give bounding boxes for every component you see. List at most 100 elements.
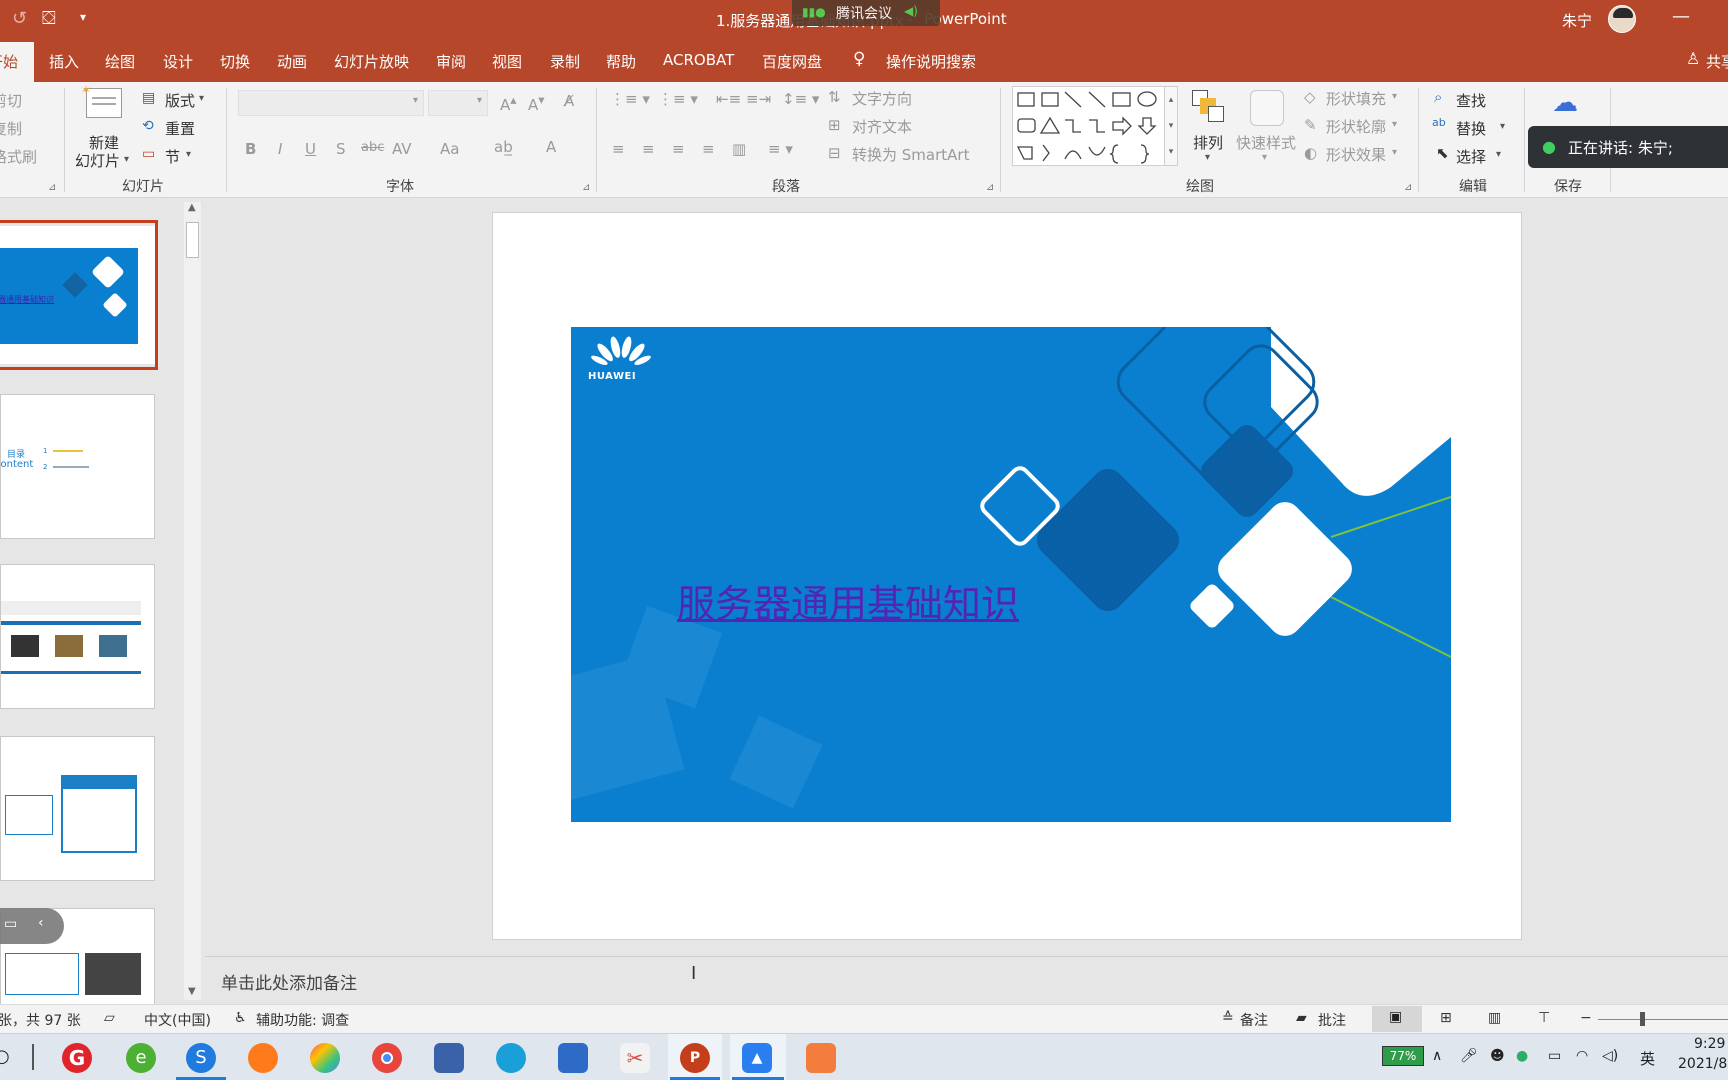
notes-button[interactable]: 备注 (1240, 1010, 1268, 1030)
slide-title[interactable]: 服务器通用基础知识 (677, 573, 1019, 628)
font-size-input[interactable]: ▾ (428, 90, 488, 116)
present-icon[interactable]: ⛋ (42, 8, 56, 29)
chevron-down-icon[interactable]: ▾ (1205, 152, 1210, 163)
ime-indicator[interactable]: 英 (1640, 1048, 1655, 1069)
clear-format-icon[interactable]: A̸ (564, 92, 574, 110)
chevron-down-icon[interactable]: ▾ (1262, 152, 1267, 163)
shrink-font-icon[interactable]: A▾ (528, 92, 545, 114)
language-button[interactable]: 中文(中国) (144, 1010, 211, 1030)
reset-button[interactable]: 重置 (165, 118, 195, 139)
cut-button[interactable]: 剪切 (0, 90, 22, 111)
bold-button[interactable]: B (245, 140, 256, 158)
slide-title-background[interactable]: HUAWEI 服务器通用基础知识 (571, 327, 1451, 822)
find-button[interactable]: 查找 (1456, 90, 1486, 111)
notes-placeholder[interactable]: 单击此处添加备注 (221, 969, 357, 994)
presentation-icon[interactable] (806, 1043, 836, 1073)
chevron-down-icon[interactable]: ▾ (1496, 149, 1501, 160)
accessibility-button[interactable]: 辅助功能: 调查 (256, 1010, 349, 1030)
network-tool-icon[interactable] (434, 1043, 464, 1073)
thumbnail-3[interactable] (0, 564, 155, 709)
tell-me-search[interactable]: 操作说明搜索 (886, 51, 976, 72)
grow-font-icon[interactable]: A▴ (500, 92, 517, 114)
slideshow-view-icon[interactable]: ⊤ (1538, 1010, 1550, 1026)
change-case-button[interactable]: Aa (440, 140, 459, 158)
numbering-icon[interactable]: ⋮≡ ▾ (658, 90, 698, 108)
new-slide-label-2[interactable]: 幻灯片 (75, 150, 120, 171)
search-icon[interactable]: ○ (0, 1046, 10, 1067)
notes-pane[interactable]: 单击此处添加备注 I (205, 956, 1728, 1004)
char-spacing-button[interactable]: AV (392, 140, 412, 158)
tab-insert[interactable]: 插入 (49, 51, 79, 72)
line-spacing-icon[interactable]: ↕≡ ▾ (782, 90, 819, 108)
font-launcher-icon[interactable]: ⊿ (582, 182, 590, 193)
spellcheck-icon[interactable]: ▱ (104, 1010, 115, 1026)
tab-transitions[interactable]: 切换 (220, 51, 250, 72)
baidu-cloud-icon[interactable]: ☁ (1552, 88, 1578, 118)
avatar[interactable] (1608, 5, 1636, 33)
align-objects-icon[interactable]: ≡ ▾ (768, 140, 793, 158)
arrange-icon[interactable] (1192, 90, 1226, 124)
thumbnail-scrollbar[interactable]: ▲ ▼ (184, 202, 201, 1000)
firefox-icon[interactable] (248, 1043, 278, 1073)
zoom-out-icon[interactable]: − (1580, 1010, 1592, 1026)
smartart-button[interactable]: 转换为 SmartArt (852, 144, 969, 165)
font-name-input[interactable]: ▾ (238, 90, 424, 116)
user-name[interactable]: 朱宁 (1562, 10, 1592, 31)
tab-help[interactable]: 帮助 (606, 51, 636, 72)
paragraph-launcher-icon[interactable]: ⊿ (986, 182, 994, 193)
replace-button[interactable]: 替换 (1456, 118, 1486, 139)
justify-icon[interactable]: ≡ (702, 140, 715, 158)
align-left-icon[interactable]: ≡ (612, 140, 625, 158)
font-color-button[interactable]: A (546, 138, 556, 156)
tab-review[interactable]: 审阅 (436, 51, 466, 72)
share-icon[interactable]: ♙ (1686, 49, 1700, 68)
quick-styles-icon[interactable] (1250, 90, 1284, 126)
clock-time[interactable]: 9:29 (1694, 1036, 1725, 1052)
volume-icon[interactable]: ◁) (1602, 1048, 1618, 1064)
shadow-button[interactable]: S (336, 140, 346, 158)
thumbnail-1[interactable]: 服务器通用基础知识 (0, 226, 155, 364)
align-center-icon[interactable]: ≡ (642, 140, 655, 158)
thumbnail-4[interactable] (0, 736, 155, 881)
qq-icon[interactable]: ☻ (1490, 1048, 1505, 1064)
wifi-icon[interactable]: ◠ (1576, 1048, 1588, 1064)
tab-animations[interactable]: 动画 (277, 51, 307, 72)
strikethrough-button[interactable]: abc (361, 140, 384, 155)
zoom-slider[interactable] (1598, 1012, 1728, 1026)
align-text-button[interactable]: 对齐文本 (852, 116, 912, 137)
slide-page[interactable]: HUAWEI 服务器通用基础知识 (492, 212, 1522, 940)
meeting-overlay[interactable]: ▮▮● 腾讯会议 ◀) (792, 0, 940, 26)
chevron-down-icon[interactable]: ▾ (124, 154, 129, 165)
snipping-icon[interactable]: ✂ (620, 1043, 650, 1073)
customize-toolbar-icon[interactable]: ▾ (80, 10, 86, 24)
align-right-icon[interactable]: ≡ (672, 140, 685, 158)
edge-icon[interactable] (496, 1043, 526, 1073)
shapes-scroll[interactable]: ▴ ▾ ▾ (1164, 86, 1178, 166)
chevron-down-icon[interactable]: ▾ (199, 93, 204, 104)
photos-icon[interactable] (310, 1043, 340, 1073)
layout-button[interactable]: 版式 (165, 90, 195, 111)
wechat-icon[interactable]: ● (1516, 1048, 1528, 1064)
tab-design[interactable]: 设计 (163, 51, 193, 72)
browser-green-icon[interactable]: e (126, 1043, 156, 1073)
normal-view-button[interactable]: ▣ (1372, 1006, 1422, 1032)
format-painter-button[interactable]: 格式刷 (0, 146, 37, 167)
tab-home[interactable]: 开始 (0, 51, 18, 72)
arrange-button[interactable]: 排列 (1193, 132, 1223, 153)
underline-button[interactable]: U (305, 140, 316, 158)
chevron-up-icon[interactable]: ∧ (1432, 1048, 1442, 1064)
reading-view-icon[interactable]: ▥ (1488, 1010, 1501, 1026)
select-button[interactable]: 选择 (1456, 146, 1486, 167)
shape-effects-button[interactable]: 形状效果 (1326, 144, 1386, 165)
tab-view[interactable]: 视图 (492, 51, 522, 72)
tab-slideshow[interactable]: 幻灯片放映 (334, 51, 409, 72)
section-button[interactable]: 节 (165, 146, 180, 167)
chevron-down-icon[interactable]: ▾ (1392, 147, 1397, 158)
chevron-down-icon[interactable]: ▾ (1500, 121, 1505, 132)
tab-baidu[interactable]: 百度网盘 (762, 51, 822, 72)
chevron-down-icon[interactable]: ▾ (1392, 119, 1397, 130)
shape-fill-button[interactable]: 形状填充 (1326, 88, 1386, 109)
chat-float-button[interactable]: ▭ ‹ (0, 908, 64, 944)
undo-icon[interactable]: ↺ (12, 8, 27, 29)
decrease-indent-icon[interactable]: ⇤≡ (716, 90, 741, 108)
